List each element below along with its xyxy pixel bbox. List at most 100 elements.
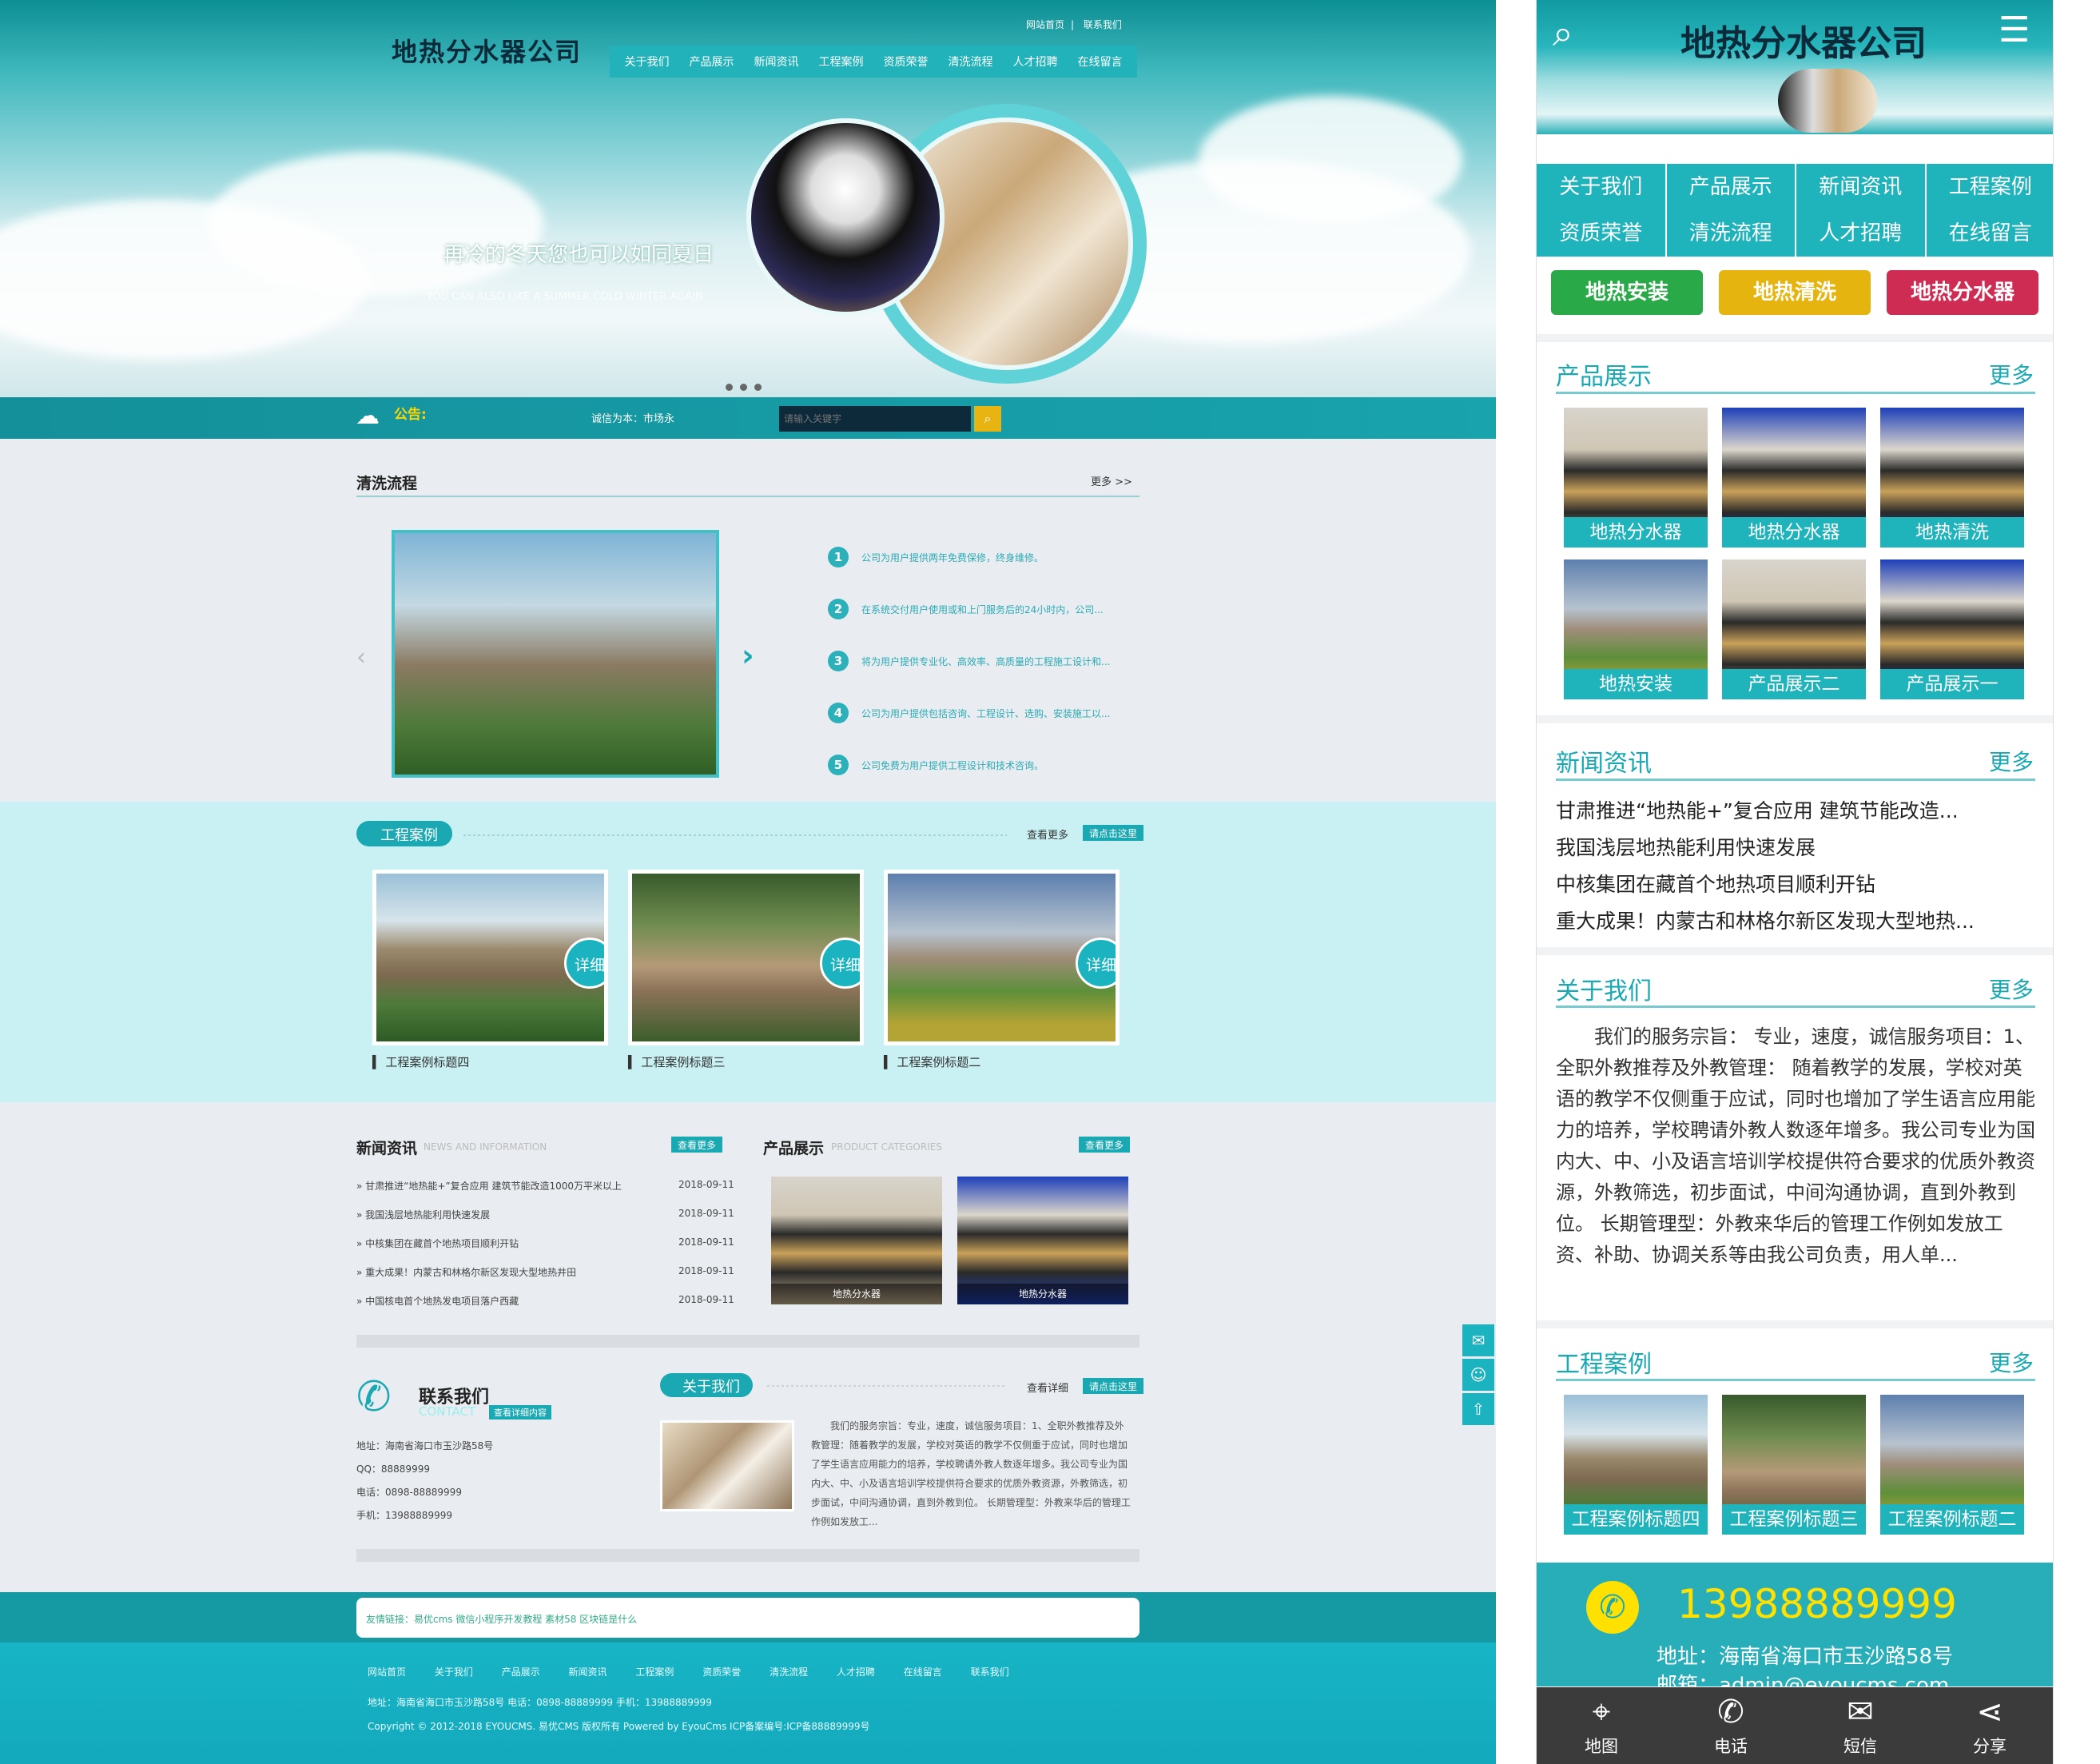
footer-link[interactable]: 工程案例 <box>635 1666 674 1678</box>
bottom-sms[interactable]: ✉ 短信 <box>1796 1687 1925 1764</box>
separator <box>1537 1320 2053 1328</box>
flow-item[interactable]: 2 在系统交付用户使用或和上门服务后的24小时内，公司... <box>828 599 1104 619</box>
qq-icon[interactable]: ☺ <box>1462 1359 1494 1391</box>
site-logo[interactable]: 地热分水器公司 <box>392 32 582 69</box>
mobile-news-item[interactable]: 我国浅层地热能利用快速发展 <box>1556 832 1816 861</box>
footer-link[interactable]: 产品展示 <box>502 1666 540 1678</box>
product-card[interactable]: 地热分水器 <box>771 1177 942 1304</box>
mobile-slider-dots[interactable] <box>1768 142 1817 157</box>
flow-item[interactable]: 3 将为用户提供专业化、高效率、高质量的工程施工设计和... <box>828 651 1110 671</box>
back-to-top-icon[interactable]: ⇧ <box>1462 1393 1494 1425</box>
mobile-news-item[interactable]: 中核集团在藏首个地热项目顺利开钻 <box>1556 869 1875 898</box>
footer-link[interactable]: 网站首页 <box>368 1666 406 1678</box>
footer-link[interactable]: 清洗流程 <box>770 1666 808 1678</box>
news-more-button[interactable]: 查看更多 <box>671 1137 723 1153</box>
flow-item[interactable]: 1 公司为用户提供两年免费保修，终身维修。 <box>828 547 1044 567</box>
mobile-products-more[interactable]: 更多 <box>1989 358 2034 390</box>
nav-honor[interactable]: 资质荣誉 <box>884 54 929 70</box>
footer-link[interactable]: 资质荣誉 <box>702 1666 741 1678</box>
about-more-link[interactable]: 查看详细 <box>1027 1380 1068 1395</box>
chevron-right-icon[interactable]: › <box>742 638 754 673</box>
mobile-logo[interactable]: 地热分水器公司 <box>1680 14 1927 66</box>
mobile-product-card[interactable]: 地热清洗 <box>1880 408 2024 548</box>
mobile-nav-news[interactable]: 新闻资讯 <box>1796 164 1927 210</box>
news-item[interactable]: » 中核集团在藏首个地热项目顺利开钻 <box>356 1236 519 1250</box>
mobile-nav-honor[interactable]: 资质荣誉 <box>1537 210 1667 257</box>
case-detail-button[interactable]: 详细 <box>1076 938 1116 989</box>
product-caption: 地热分水器 <box>957 1284 1128 1304</box>
contact-detail-button[interactable]: 查看详细内容 <box>489 1405 551 1420</box>
footer-link[interactable]: 在线留言 <box>904 1666 942 1678</box>
nav-about[interactable]: 关于我们 <box>625 54 670 70</box>
mobile-phone-number[interactable]: 13988889999 <box>1677 1581 1957 1627</box>
top-link-home[interactable]: 网站首页 <box>1026 19 1064 30</box>
mobile-case-card[interactable]: 工程案例标题三 <box>1722 1395 1866 1535</box>
search-button[interactable]: ⌕ <box>974 406 1001 432</box>
mobile-news-item[interactable]: 甘肃推进“地热能+”复合应用 建筑节能改造... <box>1556 795 1959 824</box>
mobile-nav-message[interactable]: 在线留言 <box>1927 210 2054 257</box>
footer-link[interactable]: 人才招聘 <box>837 1666 875 1678</box>
case-caption[interactable]: ▍ 工程案例标题二 <box>884 1053 980 1070</box>
case-detail-button[interactable]: 详细 <box>820 938 860 989</box>
chevron-left-icon[interactable]: ‹ <box>356 643 366 671</box>
mobile-nav-cases[interactable]: 工程案例 <box>1927 164 2054 210</box>
nav-products[interactable]: 产品展示 <box>690 54 734 70</box>
news-item[interactable]: » 我国浅层地热能利用快速发展 <box>356 1208 490 1221</box>
friend-links[interactable]: 友情链接：易优cms 微信小程序开发教程 素材58 区块链是什么 <box>356 1598 1139 1638</box>
cases-more-link[interactable]: 查看更多 <box>1027 826 1068 842</box>
mobile-btn-clean[interactable]: 地热清洗 <box>1719 270 1871 315</box>
phone-icon[interactable]: ✆ <box>1586 1581 1639 1634</box>
flow-item[interactable]: 5 公司免费为用户提供工程设计和技术咨询。 <box>828 755 1044 775</box>
wechat-icon[interactable]: ✉ <box>1462 1324 1494 1356</box>
mobile-nav-products[interactable]: 产品展示 <box>1667 164 1796 210</box>
mobile-btn-install[interactable]: 地热安装 <box>1551 270 1703 315</box>
top-link-contact[interactable]: 联系我们 <box>1084 19 1122 30</box>
nav-cases[interactable]: 工程案例 <box>819 54 864 70</box>
case-card-4[interactable]: 详细 <box>372 870 608 1045</box>
case-caption[interactable]: ▍ 工程案例标题三 <box>628 1053 725 1070</box>
news-item[interactable]: » 中国核电首个地热发电项目落户西藏 <box>356 1294 519 1308</box>
mobile-product-card[interactable]: 地热分水器 <box>1564 408 1708 548</box>
mobile-product-card[interactable]: 地热安装 <box>1564 559 1708 699</box>
news-item[interactable]: » 甘肃推进“地热能+”复合应用 建筑节能改造1000万平米以上 <box>356 1179 622 1193</box>
case-detail-button[interactable]: 详细 <box>564 938 604 989</box>
mobile-product-card[interactable]: 地热分水器 <box>1722 408 1866 548</box>
nav-message[interactable]: 在线留言 <box>1078 54 1123 70</box>
mobile-product-card[interactable]: 产品展示二 <box>1722 559 1866 699</box>
hero-slogan: 再冷的冬天您也可以如同夏日 <box>443 243 714 267</box>
flow-more-link[interactable]: 更多 >> <box>1091 473 1132 488</box>
nav-flow[interactable]: 清洗流程 <box>949 54 993 70</box>
mobile-news-more[interactable]: 更多 <box>1989 745 2034 777</box>
search-icon[interactable]: ⌕ <box>1553 11 1573 56</box>
footer-link[interactable]: 新闻资讯 <box>569 1666 607 1678</box>
slider-dots[interactable] <box>726 379 769 394</box>
mobile-btn-manifold[interactable]: 地热分水器 <box>1887 270 2038 315</box>
case-card-3[interactable]: 详细 <box>628 870 864 1045</box>
mobile-nav-jobs[interactable]: 人才招聘 <box>1796 210 1927 257</box>
flow-item[interactable]: 4 公司为用户提供包括咨询、工程设计、选购、安装施工以... <box>828 703 1110 723</box>
footer-link[interactable]: 联系我们 <box>971 1666 1009 1678</box>
mobile-news-item[interactable]: 重大成果！内蒙古和林格尔新区发现大型地热... <box>1556 906 1975 934</box>
case-caption[interactable]: ▍ 工程案例标题四 <box>372 1053 469 1070</box>
product-card[interactable]: 地热分水器 <box>957 1177 1128 1304</box>
news-item[interactable]: » 重大成果！内蒙古和林格尔新区发现大型地热井田 <box>356 1265 576 1279</box>
mobile-product-card[interactable]: 产品展示一 <box>1880 559 2024 699</box>
nav-jobs[interactable]: 人才招聘 <box>1013 54 1058 70</box>
mobile-nav-about[interactable]: 关于我们 <box>1537 164 1667 210</box>
bottom-share[interactable]: ⋖ 分享 <box>1925 1687 2053 1764</box>
products-more-button[interactable]: 查看更多 <box>1079 1137 1131 1153</box>
nav-news[interactable]: 新闻资讯 <box>754 54 799 70</box>
bottom-call[interactable]: ✆ 电话 <box>1666 1687 1796 1764</box>
bottom-map[interactable]: ⌖ 地图 <box>1537 1687 1666 1764</box>
footer-link[interactable]: 关于我们 <box>435 1666 473 1678</box>
mobile-cases-more[interactable]: 更多 <box>1989 1346 2034 1378</box>
cases-click-button[interactable]: 请点击这里 <box>1083 825 1144 841</box>
case-card-2[interactable]: 详细 <box>884 870 1120 1045</box>
mobile-nav-flow[interactable]: 清洗流程 <box>1667 210 1796 257</box>
mobile-about-more[interactable]: 更多 <box>1989 973 2034 1005</box>
mobile-case-card[interactable]: 工程案例标题二 <box>1880 1395 2024 1535</box>
about-click-button[interactable]: 请点击这里 <box>1083 1378 1144 1394</box>
search-input[interactable] <box>779 406 971 432</box>
menu-icon[interactable]: ☰ <box>1999 10 2030 50</box>
mobile-case-card[interactable]: 工程案例标题四 <box>1564 1395 1708 1535</box>
